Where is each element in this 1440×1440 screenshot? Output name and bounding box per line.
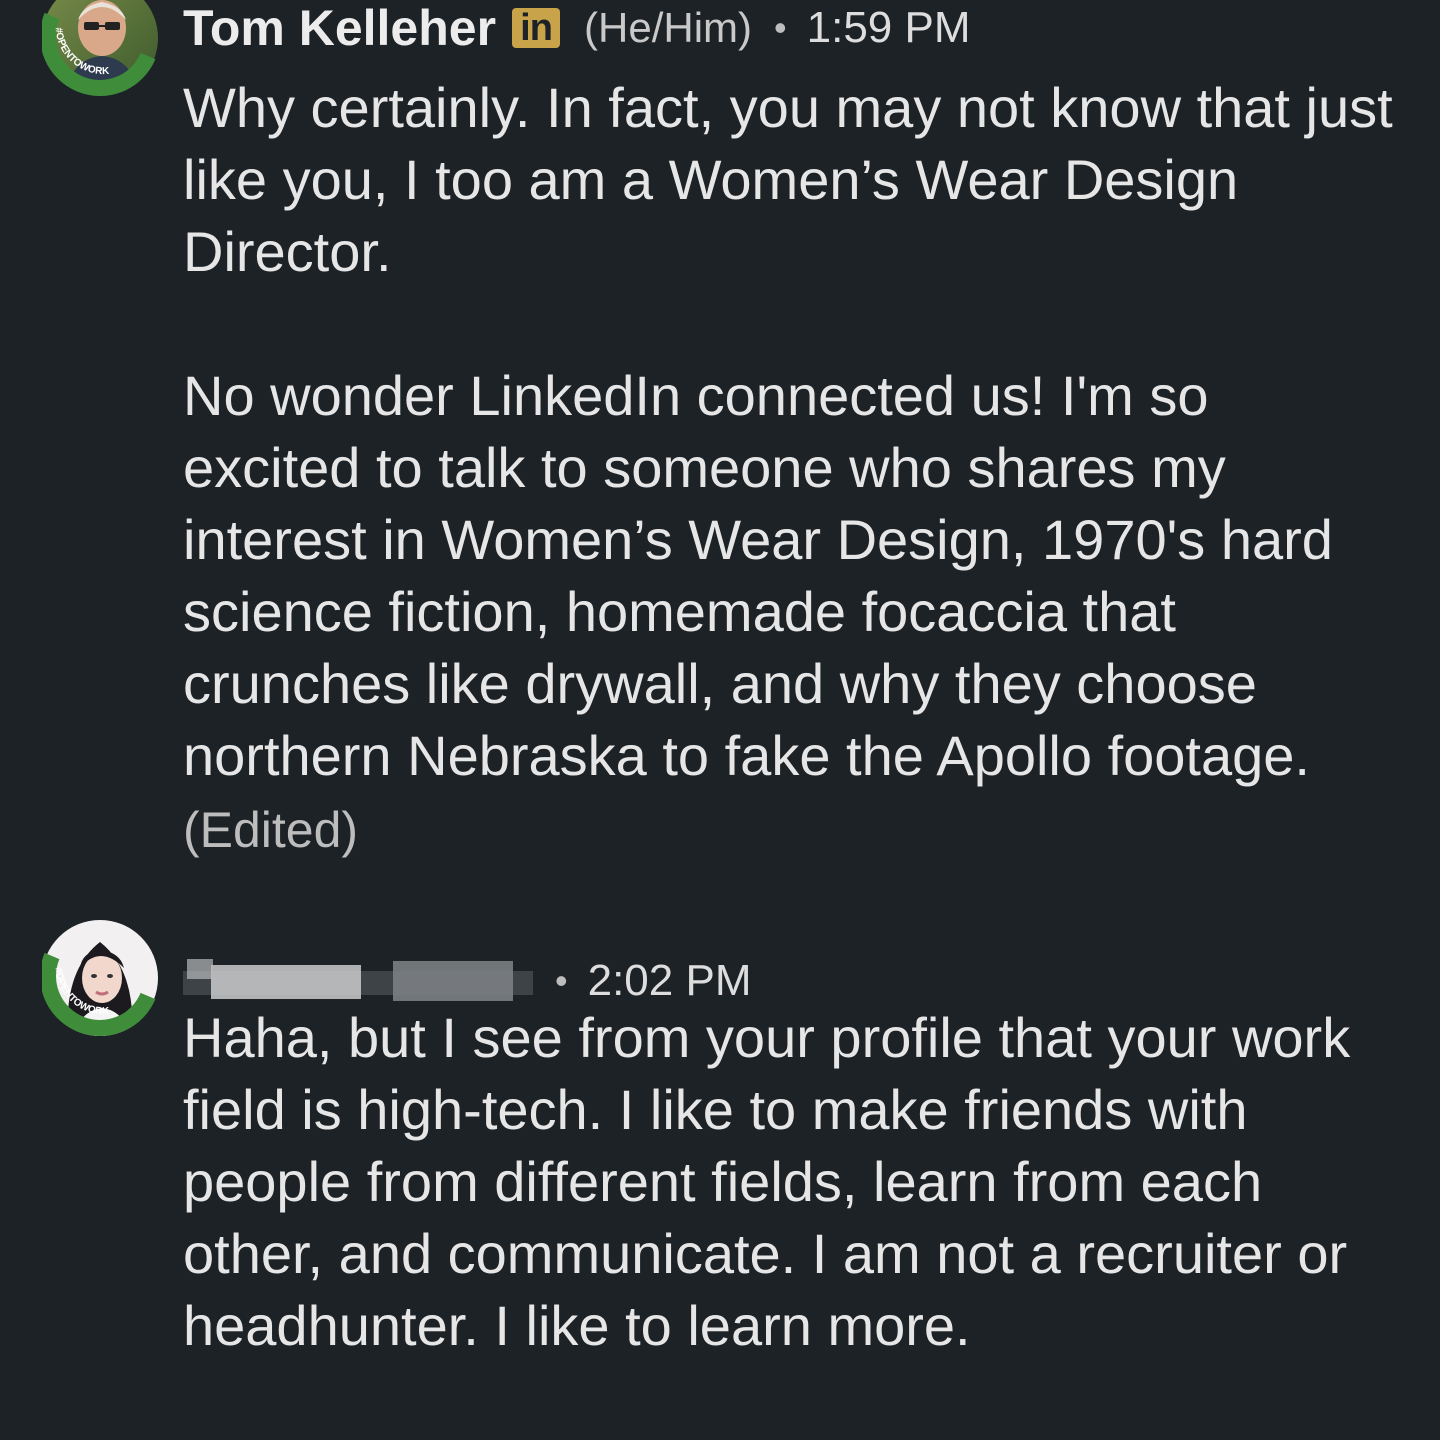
sender-pronouns: (He/Him) [584, 4, 753, 51]
message-timestamp: 2:02 PM [587, 956, 752, 1005]
message-header: Tom Kelleher in (He/Him) • 1:59 PM [183, 0, 971, 56]
separator-dot: • [555, 960, 568, 1001]
message-paragraph: Why certainly. In fact, you may not know… [183, 76, 1393, 283]
message-paragraph: Haha, but I see from your profile that y… [183, 1006, 1351, 1357]
sender-avatar[interactable]: #OPENTOWORK [42, 920, 158, 1036]
message-body: Why certainly. In fact, you may not know… [183, 72, 1393, 866]
open-to-work-ring: #OPENTOWORK [42, 12, 156, 96]
message-timestamp: 1:59 PM [806, 3, 971, 52]
sender-name[interactable]: Tom Kelleher [183, 0, 496, 57]
message-body: Haha, but I see from your profile that y… [183, 1002, 1393, 1362]
separator-dot: • [774, 7, 787, 48]
open-to-work-ring: #OPENTOWORK [42, 952, 156, 1036]
message-paragraph-text: No wonder LinkedIn connected us! I'm so … [183, 364, 1333, 787]
linkedin-premium-icon: in [512, 8, 561, 48]
edited-label: (Edited) [183, 802, 359, 858]
sender-avatar[interactable]: #OPENTOWORK [42, 0, 158, 96]
message-paragraph-2: No wonder LinkedIn connected us! I'm so … [183, 360, 1393, 866]
